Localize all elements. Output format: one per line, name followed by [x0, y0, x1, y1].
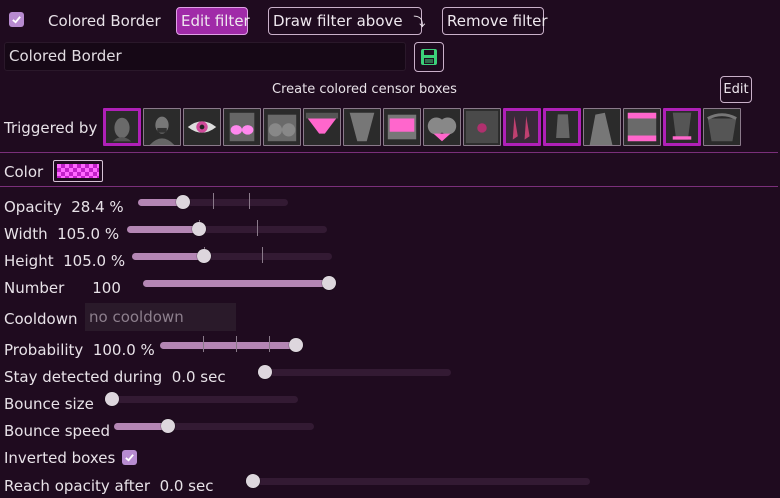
color-preview	[57, 164, 99, 178]
slider-tick	[235, 336, 237, 352]
trigger-buttocks-exposed[interactable]	[423, 108, 461, 146]
inverted-boxes-checkbox[interactable]	[122, 450, 137, 465]
armpits-icon	[589, 112, 613, 145]
trigger-armpits[interactable]	[583, 108, 621, 146]
slider-tick	[268, 336, 270, 352]
slider-fill	[143, 280, 329, 287]
trigger-genitalia-exposed[interactable]	[343, 108, 381, 146]
trigger-genitalia-covered[interactable]	[303, 108, 341, 146]
number-slider[interactable]	[143, 276, 336, 290]
slider-fill	[114, 423, 168, 430]
slider-handle[interactable]	[258, 365, 272, 379]
bounce-size-label: Bounce size	[4, 395, 94, 413]
height-slider[interactable]	[132, 247, 332, 263]
arrow-down-right-icon: ⤵	[413, 15, 426, 29]
checkmark-icon	[12, 16, 21, 24]
trigger-male-chest[interactable]	[703, 108, 741, 146]
trigger-face-female[interactable]	[103, 108, 141, 146]
feet-covered-icon	[506, 111, 538, 143]
eye-icon	[187, 121, 217, 133]
divider	[0, 186, 778, 187]
width-slider[interactable]	[127, 220, 327, 236]
probability-label: Probability 100.0 %	[4, 341, 155, 359]
slider-track[interactable]	[246, 478, 590, 485]
probability-slider[interactable]	[160, 336, 303, 352]
triggered-by-label: Triggered by	[4, 119, 98, 137]
checkmark-icon	[125, 454, 134, 462]
save-button[interactable]	[414, 42, 444, 72]
slider-handle[interactable]	[197, 249, 211, 263]
trigger-belly-exposed[interactable]	[663, 108, 701, 146]
feet-exposed-icon	[556, 114, 570, 138]
buttocks-exposed-icon	[427, 117, 457, 142]
bounce-size-slider[interactable]	[105, 392, 298, 406]
inverted-boxes-label: Inverted boxes	[4, 449, 116, 467]
slider-fill	[160, 342, 296, 349]
slider-tick	[262, 247, 263, 263]
draw-filter-above-button[interactable]: Draw filter above ⤵	[268, 7, 426, 35]
cooldown-input[interactable]: no cooldown	[85, 303, 236, 331]
reach-opacity-label: Reach opacity after 0.0 sec	[4, 477, 214, 495]
trigger-breasts-covered[interactable]	[223, 108, 261, 146]
width-label: Width 105.0 %	[4, 225, 120, 243]
slider-handle[interactable]	[322, 276, 336, 290]
trigger-list	[103, 108, 743, 148]
filter-title: Colored Border	[48, 12, 161, 30]
remove-filter-button[interactable]: Remove filter	[442, 7, 548, 35]
slider-tick	[257, 220, 258, 236]
slider-tick	[249, 193, 250, 209]
trigger-breasts-exposed[interactable]	[263, 108, 301, 146]
trigger-buttocks-covered[interactable]	[383, 108, 421, 146]
genitalia-exposed-icon	[349, 112, 375, 142]
genitalia-covered-icon	[305, 112, 339, 134]
belly-exposed-icon	[672, 112, 692, 140]
color-label: Color	[4, 163, 44, 181]
filter-name-input[interactable]: Colored Border	[4, 42, 406, 71]
belly-covered-icon	[627, 112, 657, 142]
breasts-exposed-icon	[267, 114, 297, 142]
anus-icon	[465, 110, 499, 144]
number-label: Number 100	[4, 279, 121, 297]
face-female-icon	[112, 117, 132, 142]
slider-handle[interactable]	[192, 222, 206, 236]
filter-description: Create colored censor boxes	[272, 82, 457, 97]
reach-opacity-slider[interactable]	[246, 474, 590, 488]
slider-handle[interactable]	[246, 474, 260, 488]
trigger-feet-covered[interactable]	[503, 108, 541, 146]
trigger-face-male[interactable]	[143, 108, 181, 146]
filter-enabled-checkbox[interactable]	[9, 12, 24, 27]
edit-triggers-button[interactable]: Edit	[720, 76, 752, 103]
slider-handle[interactable]	[105, 392, 119, 406]
bounce-speed-label: Bounce speed	[4, 422, 111, 440]
slider-tick	[213, 193, 214, 209]
stay-detected-slider[interactable]	[258, 365, 451, 379]
slider-handle[interactable]	[161, 419, 175, 433]
slider-track[interactable]	[105, 396, 298, 403]
slider-handle[interactable]	[176, 195, 190, 209]
male-chest-icon	[707, 113, 737, 142]
slider-handle[interactable]	[289, 338, 303, 352]
face-male-icon	[149, 116, 175, 145]
trigger-anus[interactable]	[463, 108, 501, 146]
cooldown-label: Cooldown	[4, 310, 78, 328]
trigger-feet-exposed[interactable]	[543, 108, 581, 146]
divider	[0, 152, 778, 153]
bounce-speed-slider[interactable]	[114, 419, 314, 433]
trigger-eye[interactable]	[183, 108, 221, 146]
height-label: Height 105.0 %	[4, 252, 126, 270]
color-swatch[interactable]	[53, 160, 103, 182]
breasts-covered-icon	[229, 112, 255, 142]
opacity-slider[interactable]	[138, 193, 288, 209]
save-icon	[421, 49, 437, 65]
slider-fill	[132, 253, 204, 260]
slider-track[interactable]	[258, 369, 451, 376]
trigger-belly-covered[interactable]	[623, 108, 661, 146]
stay-detected-label: Stay detected during 0.0 sec	[4, 368, 226, 386]
slider-fill	[127, 226, 199, 233]
slider-tick	[202, 336, 204, 352]
edit-filter-button[interactable]: Edit filter	[176, 7, 250, 35]
opacity-label: Opacity 28.4 %	[4, 198, 124, 216]
buttocks-covered-icon	[387, 114, 417, 140]
